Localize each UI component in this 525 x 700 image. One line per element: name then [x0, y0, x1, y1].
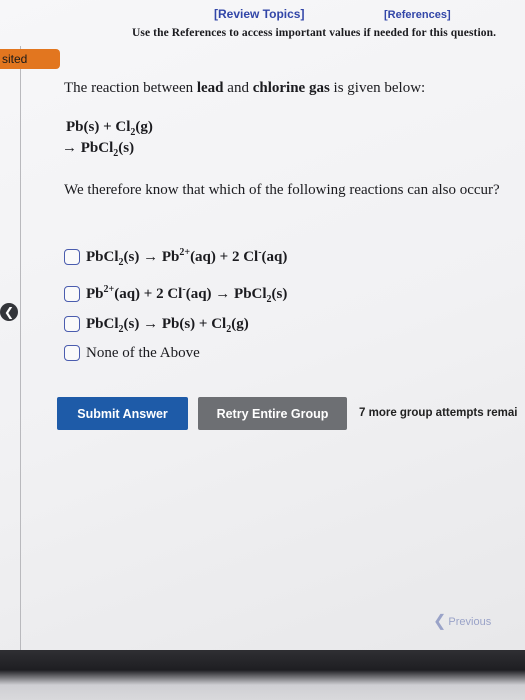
- opt-sup: 2+: [179, 246, 191, 258]
- option-4[interactable]: None of the Above: [64, 343, 200, 363]
- opt-part: (s): [271, 285, 288, 302]
- opt-part: (aq) + 2 Cl: [190, 248, 259, 265]
- opt-part: (s) → Pb(s) + Cl: [123, 315, 227, 332]
- option-3[interactable]: PbCl2(s) → Pb(s) + Cl2(g): [64, 314, 249, 334]
- eq-part: → PbCl: [62, 140, 114, 156]
- option-2-checkbox[interactable]: [64, 286, 80, 302]
- divider: [20, 46, 21, 650]
- opt-part: (g): [231, 315, 249, 332]
- eq-part: (s): [118, 140, 135, 156]
- question-prompt: We therefore know that which of the foll…: [64, 182, 500, 198]
- chevron-left-icon[interactable]: ❮: [0, 303, 18, 321]
- opt-part: PbCl: [86, 315, 119, 332]
- intro-text: and: [223, 80, 253, 96]
- chevron-left-icon: ❮: [433, 613, 447, 630]
- retry-entire-group-button[interactable]: Retry Entire Group: [198, 397, 347, 430]
- opt-part: (aq) + 2 Cl: [114, 285, 183, 302]
- question-intro: The reaction between lead and chlorine g…: [64, 80, 425, 97]
- opt-part: Pb: [86, 285, 104, 302]
- attempts-remaining-text: 7 more group attempts remai: [359, 407, 518, 419]
- previous-button[interactable]: ❮ Previous: [433, 611, 491, 631]
- visited-tab[interactable]: sited: [0, 49, 60, 69]
- previous-label: Previous: [448, 616, 492, 628]
- opt-part: (s) → Pb: [123, 248, 180, 265]
- option-2[interactable]: Pb2+(aq) + 2 Cl-(aq) → PbCl2(s): [64, 284, 287, 304]
- opt-sup: 2+: [103, 283, 115, 295]
- intro-text: The reaction between: [64, 80, 197, 96]
- intro-text: is given below:: [329, 80, 426, 96]
- opt-part: (aq) → PbCl: [185, 285, 267, 302]
- option-4-checkbox[interactable]: [64, 345, 80, 361]
- opt-part: (aq): [261, 248, 288, 265]
- equation-line-1: Pb(s) + Cl2(g): [66, 119, 153, 138]
- option-3-checkbox[interactable]: [64, 316, 80, 332]
- option-1[interactable]: PbCl2(s) → Pb2+(aq) + 2 Cl-(aq): [64, 247, 287, 267]
- intro-bold-lead: lead: [196, 80, 224, 96]
- intro-bold-chlorine: chlorine gas: [252, 80, 330, 96]
- option-3-label[interactable]: PbCl2(s) → Pb(s) + Cl2(g): [86, 315, 249, 335]
- option-4-label[interactable]: None of the Above: [86, 345, 200, 362]
- review-topics-link[interactable]: [Review Topics]: [214, 7, 304, 21]
- option-2-label[interactable]: Pb2+(aq) + 2 Cl-(aq) → PbCl2(s): [86, 283, 288, 304]
- references-link[interactable]: [References]: [384, 9, 451, 21]
- opt-part: PbCl: [86, 248, 119, 265]
- top-bar: [Review Topics] [References]: [0, 0, 525, 28]
- eq-part: Pb(s) + Cl: [66, 119, 131, 135]
- eq-part: (g): [135, 119, 153, 135]
- submit-answer-button[interactable]: Submit Answer: [57, 397, 188, 430]
- question-page: [Review Topics] [References] Use the Ref…: [0, 0, 525, 650]
- option-1-label[interactable]: PbCl2(s) → Pb2+(aq) + 2 Cl-(aq): [86, 246, 288, 267]
- option-1-checkbox[interactable]: [64, 249, 80, 265]
- equation-line-2: → PbCl2(s): [62, 140, 135, 159]
- monitor-bezel: [0, 650, 525, 700]
- instruction-text: Use the References to access important v…: [132, 27, 497, 39]
